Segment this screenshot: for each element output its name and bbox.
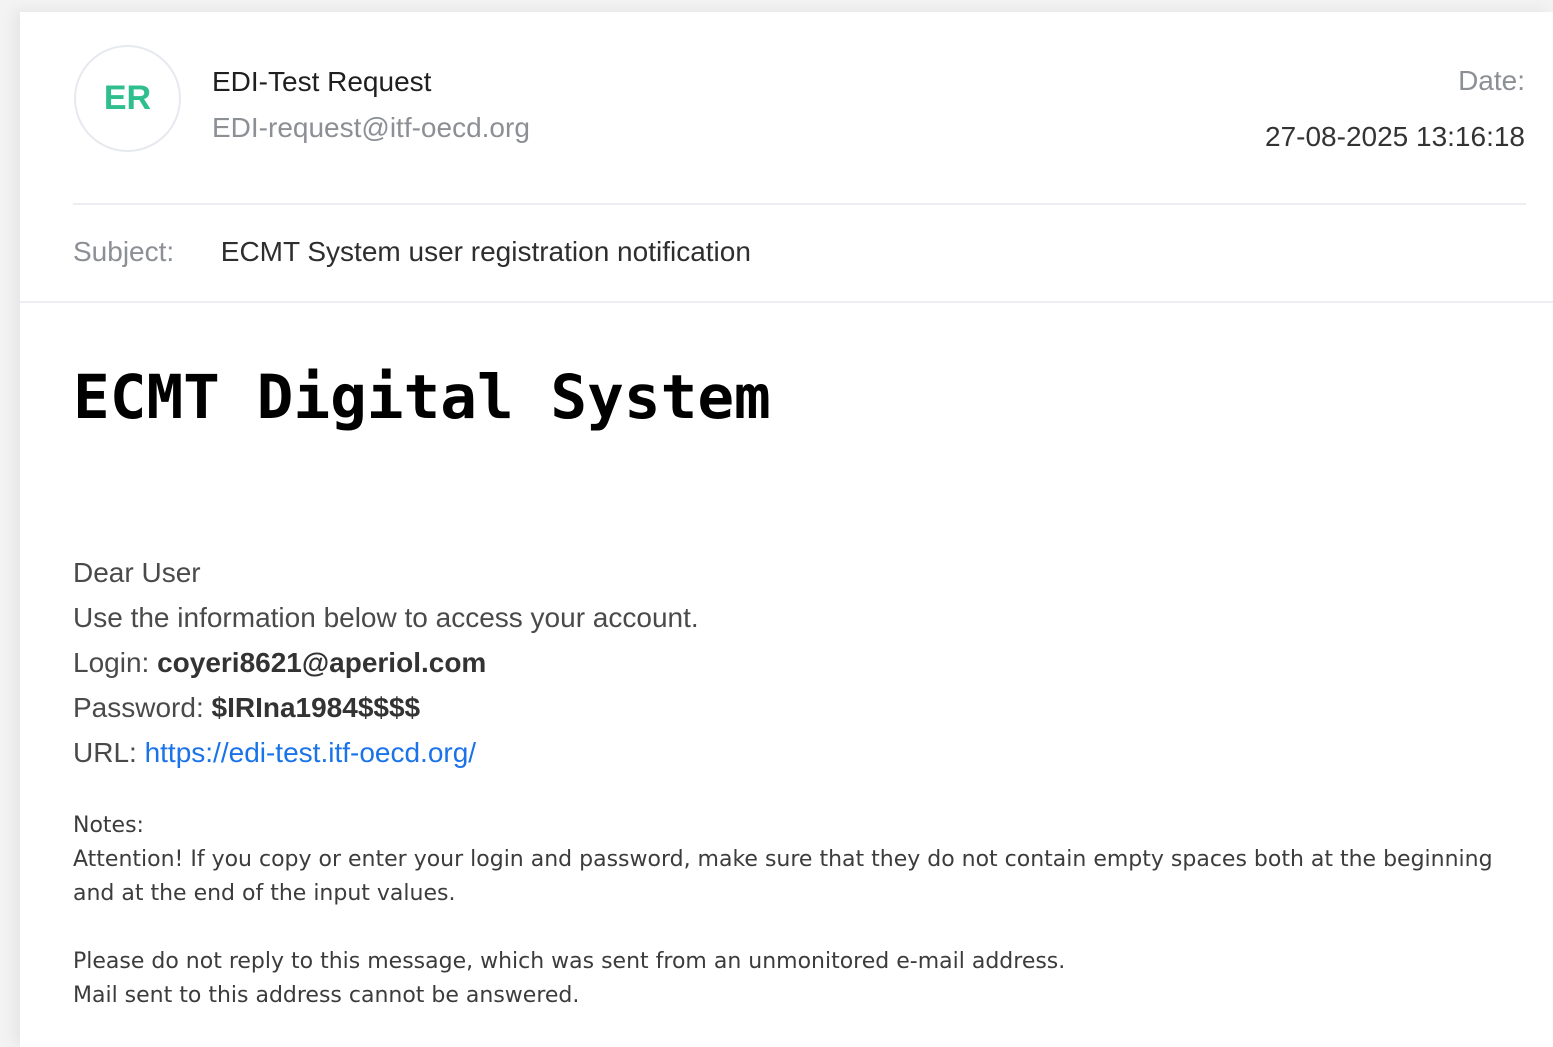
message-title: ECMT Digital System xyxy=(73,362,771,433)
subject-row: Subject: ECMT System user registration n… xyxy=(73,236,751,268)
url-link[interactable]: https://edi-test.itf-oecd.org/ xyxy=(145,737,477,768)
url-line: URL: https://edi-test.itf-oecd.org/ xyxy=(73,730,699,775)
notes-attention: Attention! If you copy or enter your log… xyxy=(73,847,1493,906)
greeting: Dear User xyxy=(73,557,201,588)
subject-label: Subject: xyxy=(73,236,175,267)
sender-name: EDI-Test Request xyxy=(212,66,432,97)
login-label: Login: xyxy=(73,647,150,678)
subject-divider xyxy=(20,301,1553,303)
url-label: URL: xyxy=(73,737,137,768)
password-label: Password: xyxy=(73,692,204,723)
message-body: Dear User Use the information below to a… xyxy=(73,550,699,775)
subject-value: ECMT System user registration notificati… xyxy=(220,236,751,267)
intro-text: Use the information below to access your… xyxy=(73,602,699,633)
notes-unanswered: Mail sent to this address cannot be answ… xyxy=(73,983,580,1008)
date-label: Date: xyxy=(1458,65,1525,96)
sender-email[interactable]: EDI-request@itf-oecd.org xyxy=(212,112,530,144)
sender-avatar: ER xyxy=(74,45,181,152)
email-viewer: ER EDI-Test Request EDI-request@itf-oecd… xyxy=(20,12,1553,1047)
login-line: Login: coyeri8621@aperiol.com xyxy=(73,640,699,685)
header-divider xyxy=(73,203,1526,205)
email-header: ER EDI-Test Request EDI-request@itf-oecd… xyxy=(20,12,1553,204)
password-value: $IRIna1984$$$$ xyxy=(211,692,421,723)
date-value: 27-08-2025 13:16:18 xyxy=(1265,121,1525,152)
notes-spacer xyxy=(73,911,1493,945)
notes-section: Notes: Attention! If you copy or enter y… xyxy=(73,809,1493,1013)
login-value: coyeri8621@aperiol.com xyxy=(157,647,487,678)
notes-heading: Notes: xyxy=(73,813,144,838)
avatar-initials: ER xyxy=(103,79,152,117)
password-line: Password: $IRIna1984$$$$ xyxy=(73,685,699,730)
notes-no-reply: Please do not reply to this message, whi… xyxy=(73,949,1066,974)
